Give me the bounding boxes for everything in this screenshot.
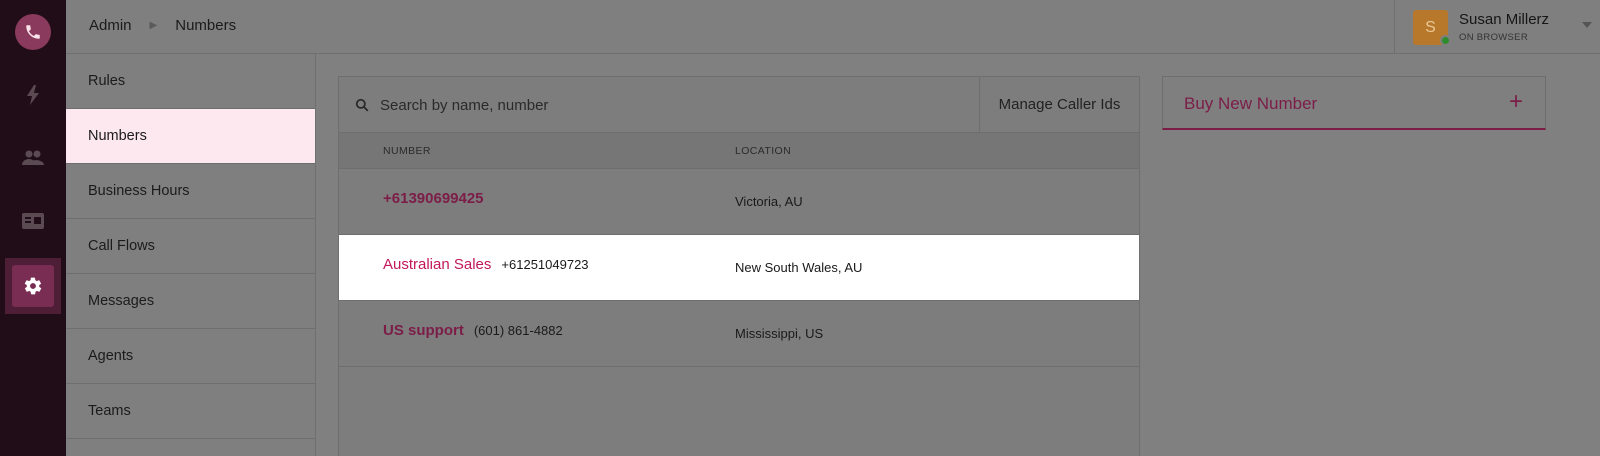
numbers-panel: Manage Caller Ids NUMBER LOCATION +61390…: [338, 76, 1140, 456]
chevron-down-icon[interactable]: [1582, 22, 1592, 28]
id-card-icon: [22, 213, 44, 229]
buy-new-number-label: Buy New Number: [1184, 94, 1318, 113]
online-status-dot: [1440, 35, 1451, 46]
table-row[interactable]: US support (601) 861-4882 Mississippi, US: [339, 301, 1139, 367]
contacts-nav-button[interactable]: [0, 133, 66, 183]
chevron-right-icon: ▶: [149, 20, 158, 31]
activity-nav-button[interactable]: [0, 70, 66, 120]
column-header-location: LOCATION: [735, 145, 792, 157]
settings-nav-button[interactable]: [5, 258, 61, 314]
phone-number: (601) 861-4882: [473, 323, 563, 338]
table-row[interactable]: +61390699425 Victoria, AU: [339, 169, 1139, 235]
settings-nav-highlight: [12, 265, 54, 307]
number-name: Australian Sales +61251049723: [383, 256, 589, 273]
subnav-item-business-hours[interactable]: Business Hours: [66, 164, 315, 219]
search-icon: [355, 98, 369, 112]
user-menu[interactable]: S Susan Millerz ON BROWSER: [1394, 0, 1600, 54]
user-status: ON BROWSER: [1459, 32, 1528, 43]
manage-caller-ids-button[interactable]: Manage Caller Ids: [979, 77, 1139, 132]
phone-logo-icon[interactable]: [15, 14, 51, 50]
subnav-item-teams[interactable]: Teams: [66, 384, 315, 439]
subnav-item-messages[interactable]: Messages: [66, 274, 315, 329]
gear-icon: [24, 277, 42, 295]
breadcrumb-current: Numbers: [175, 17, 237, 34]
user-name: Susan Millerz: [1459, 11, 1550, 28]
subnav-item-rules[interactable]: Rules: [66, 54, 315, 109]
search-bar: Manage Caller Ids: [339, 77, 1139, 133]
subnav-item-agents[interactable]: Agents: [66, 329, 315, 384]
subnav-item-call-flows[interactable]: Call Flows: [66, 219, 315, 274]
column-header-number: NUMBER: [383, 145, 431, 157]
admin-subnav: Rules Numbers Business Hours Call Flows …: [66, 54, 316, 456]
phone-number: +61251049723: [501, 257, 589, 272]
buy-new-number-button[interactable]: Buy New Number +: [1162, 76, 1546, 130]
breadcrumb-admin-link[interactable]: Admin: [89, 17, 132, 34]
table-header: NUMBER LOCATION: [339, 133, 1139, 169]
number-name: +61390699425: [383, 190, 484, 207]
subnav-item-numbers[interactable]: Numbers: [66, 109, 315, 164]
reports-nav-button[interactable]: [0, 196, 66, 246]
lightning-icon: [27, 85, 39, 105]
number-name: US support (601) 861-4882: [383, 322, 563, 339]
people-icon: [22, 150, 44, 165]
search-input[interactable]: [380, 93, 960, 117]
breadcrumb: Admin ▶ Numbers: [89, 17, 236, 34]
number-location: Victoria, AU: [735, 194, 803, 209]
top-bar: Admin ▶ Numbers S Susan Millerz ON BROWS…: [66, 0, 1600, 54]
app-rail: [0, 0, 66, 456]
plus-icon: +: [1508, 88, 1523, 115]
number-location: New South Wales, AU: [735, 260, 863, 275]
table-row[interactable]: Australian Sales +61251049723 New South W…: [339, 235, 1139, 301]
number-location: Mississippi, US: [735, 326, 824, 341]
